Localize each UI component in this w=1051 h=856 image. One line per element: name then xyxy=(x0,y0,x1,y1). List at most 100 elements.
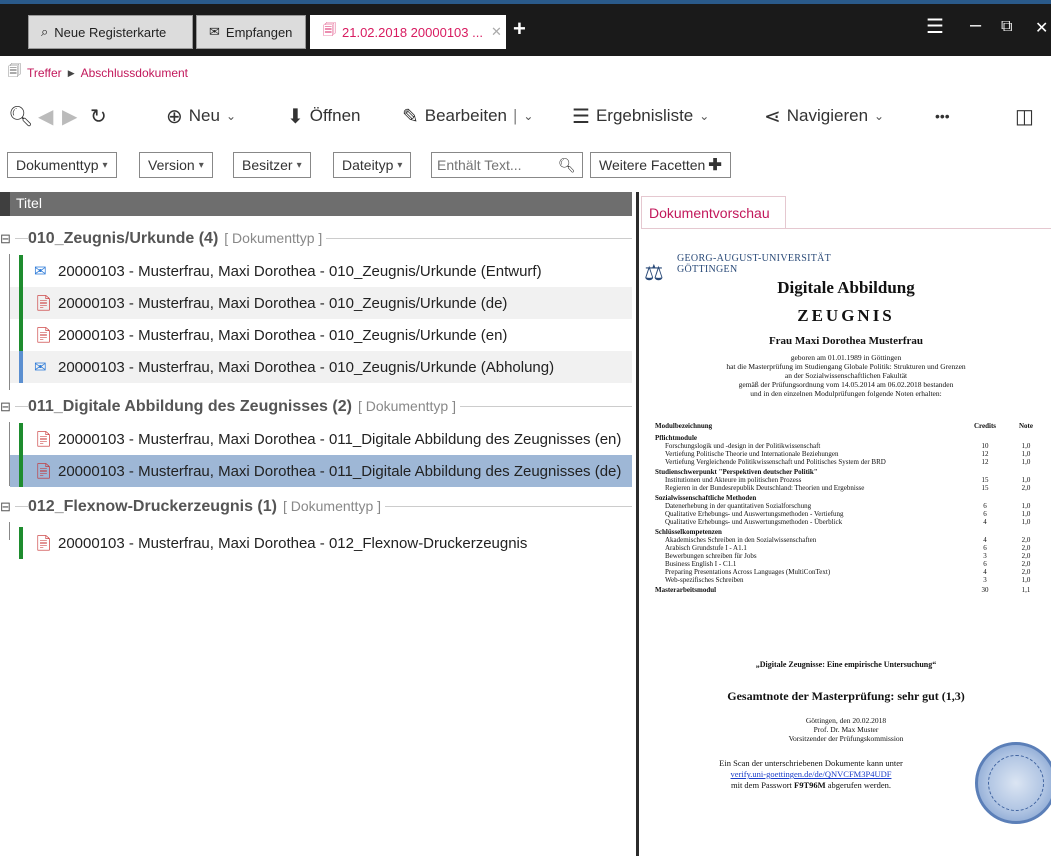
plus-icon: ✚ xyxy=(708,157,722,174)
neu-label: Neu xyxy=(188,106,220,125)
facet-dokumenttyp[interactable]: Dokumenttyp ▾ xyxy=(7,152,117,178)
status-bar xyxy=(19,423,23,455)
verification-line: mit dem Passwort xyxy=(730,780,792,790)
more-button[interactable]: ••• xyxy=(935,96,950,136)
tab-dokumentvorschau[interactable]: Dokumentvorschau xyxy=(641,196,786,228)
refresh-button[interactable]: ↻ xyxy=(90,96,107,136)
column-header-titel[interactable]: Titel xyxy=(0,192,632,216)
table-row: Masterarbeitsmodul 30 1,1 xyxy=(655,586,1041,594)
tab-document[interactable]: 🗐 21.02.2018 20000103 ... ✕ xyxy=(310,15,506,49)
table-row: Vertiefung Politische Theorie und Intern… xyxy=(655,450,1041,458)
list-item[interactable]: 📄︎ 20000103 - Musterfrau, Maxi Dorothea … xyxy=(10,319,632,351)
document-preview: ⚖ GEORG-AUGUST-UNIVERSITÄT GÖTTINGEN Dig… xyxy=(641,232,1051,856)
verification-link[interactable]: verify.uni-goettingen.de/de/QNVCFM3P4UDF xyxy=(731,769,892,779)
facet-version[interactable]: Version ▾ xyxy=(139,152,213,178)
document-title: Digitale Abbildung xyxy=(777,278,915,297)
row-credits: 12 xyxy=(981,458,989,466)
row-note: 1,0 xyxy=(1021,442,1031,450)
restore-icon[interactable]: ⧉ xyxy=(1001,18,1012,36)
chevron-right-icon: ▶ xyxy=(67,67,75,78)
row-module: Datenerhebung in der quantitativen Sozia… xyxy=(665,502,812,510)
facet-label: Besitzer xyxy=(242,157,293,173)
tab-neue-registerkarte[interactable]: ⌕ Neue Registerkarte xyxy=(28,15,193,49)
neu-button[interactable]: ⊕ Neu ⌄ xyxy=(166,96,236,136)
chevron-down-icon: ▾ xyxy=(296,159,302,171)
collapse-icon[interactable]: ⊟ xyxy=(0,499,15,515)
section-title: Schlüsselkompetenzen xyxy=(655,528,722,536)
search-button[interactable]: 🔍︎ xyxy=(8,96,33,136)
tab-empfangen[interactable]: ✉ Empfangen xyxy=(196,15,306,49)
group-title: 011_Digitale Abbildung des Zeugnisses (2… xyxy=(28,398,460,416)
splitter[interactable] xyxy=(636,192,639,856)
university-line-1: GEORG-AUGUST-UNIVERSITÄT xyxy=(677,253,832,264)
row-module: Web-spezifisches Schreiben xyxy=(665,576,744,584)
collapse-icon[interactable]: ⊟ xyxy=(0,399,15,415)
search-icon[interactable]: 🔍︎ xyxy=(558,157,576,174)
oeffnen-label: Öffnen xyxy=(309,106,361,125)
toolbar: 🔍︎ ◀ ▶ ↻ ⊕ Neu ⌄ ⬇ Öffnen ✎ Bearbeiten |… xyxy=(0,96,1051,136)
mail-icon: ✉ xyxy=(209,24,220,39)
navigieren-button[interactable]: ⋖ Navigieren ⌄ xyxy=(764,96,884,136)
list-item-selected[interactable]: 📄︎ 20000103 - Musterfrau, Maxi Dorothea … xyxy=(10,455,632,487)
share-icon: ⋖ xyxy=(764,105,781,128)
intro-line: hat die Masterprüfung im Studiengang Glo… xyxy=(726,362,966,371)
row-credits: 6 xyxy=(983,502,987,510)
back-icon: ◀ xyxy=(38,105,54,128)
facet-besitzer[interactable]: Besitzer ▾ xyxy=(233,152,311,178)
group-header[interactable]: ⊟ 010_Zeugnis/Urkunde (4) [ Dokumenttyp ] xyxy=(0,224,632,254)
list-item[interactable]: 📄︎ 20000103 - Musterfrau, Maxi Dorothea … xyxy=(10,287,632,319)
close-icon[interactable]: ✕ xyxy=(491,24,502,40)
table-row: Bewerbungen schreiben für Jobs 3 2,0 xyxy=(655,552,1041,560)
add-tab-icon[interactable]: + xyxy=(513,16,526,42)
list-item-label: 20000103 - Musterfrau, Maxi Dorothea - 0… xyxy=(58,262,542,280)
documents-icon: 🗐 xyxy=(323,22,336,37)
list-item[interactable]: ✉ 20000103 - Musterfrau, Maxi Dorothea -… xyxy=(10,351,632,383)
breadcrumb-abschlussdokument[interactable]: Abschlussdokument xyxy=(81,66,188,80)
group-type: [ Dokumenttyp ] xyxy=(357,398,456,414)
close-window-icon[interactable]: ✕ xyxy=(1035,18,1048,38)
group-header[interactable]: ⊟ 011_Digitale Abbildung des Zeugnisses … xyxy=(0,392,632,422)
intro-text: geboren am 01.01.1989 in Göttingen hat d… xyxy=(641,353,1051,398)
list-item[interactable]: 📄︎ 20000103 - Musterfrau, Maxi Dorothea … xyxy=(10,527,632,559)
breadcrumb-treffer[interactable]: Treffer xyxy=(27,66,62,80)
verification-line: abgerufen werden. xyxy=(827,780,892,790)
layout-button[interactable]: ◫ xyxy=(1015,96,1034,136)
search-input[interactable] xyxy=(432,157,558,173)
oeffnen-button[interactable]: ⬇ Öffnen xyxy=(287,96,361,136)
list-item[interactable]: ✉ 20000103 - Musterfrau, Maxi Dorothea -… xyxy=(10,255,632,287)
search-field[interactable]: 🔍︎ xyxy=(431,152,583,178)
pdf-icon: 📄︎ xyxy=(34,295,54,312)
ergebnisliste-button[interactable]: ☰ Ergebnisliste ⌄ xyxy=(572,96,709,136)
row-credits: 3 xyxy=(983,576,987,584)
chevron-down-icon: ⌄ xyxy=(874,109,885,123)
row-credits: 3 xyxy=(983,552,987,560)
facet-bar: Dokumenttyp ▾ Version ▾ Besitzer ▾ Dateityp… xyxy=(0,152,1051,178)
row-note: 1,0 xyxy=(1021,518,1031,526)
status-bar xyxy=(19,287,23,319)
group-header[interactable]: ⊟ 012_Flexnow-Druckerzeugnis (1) [ Dokume… xyxy=(0,492,632,522)
row-note: 1,0 xyxy=(1021,576,1031,584)
list-item[interactable]: 📄︎ 20000103 - Musterfrau, Maxi Dorothea … xyxy=(10,423,632,455)
facet-dateityp[interactable]: Dateityp ▾ xyxy=(333,152,412,178)
table-row: Datenerhebung in der quantitativen Sozia… xyxy=(655,502,1041,510)
menu-icon[interactable]: ☰ xyxy=(926,14,944,39)
pdf-icon: 📄︎ xyxy=(34,431,54,448)
minimize-icon[interactable]: – xyxy=(970,14,981,37)
bearbeiten-button[interactable]: ✎ Bearbeiten | ⌄ xyxy=(402,96,533,136)
forward-button[interactable]: ▶ xyxy=(62,96,77,136)
refresh-icon: ↻ xyxy=(90,105,107,128)
intro-line: geboren am 01.01.1989 in Göttingen xyxy=(790,353,902,362)
weitere-facetten-button[interactable]: Weitere Facetten ✚ xyxy=(590,152,731,178)
tab-label: Empfangen xyxy=(225,24,293,40)
back-button[interactable]: ◀ xyxy=(38,96,53,136)
row-module: Vertiefung Vergleichende Politikwissensc… xyxy=(665,458,886,466)
download-icon: ⬇ xyxy=(287,105,304,128)
group-type: [ Dokumenttyp ] xyxy=(282,498,382,514)
pdf-icon: 📄︎ xyxy=(34,535,54,552)
split-view-icon: ◫ xyxy=(1015,105,1034,128)
documents-icon: 🗐 xyxy=(8,63,21,78)
chevron-down-icon[interactable]: ⌄ xyxy=(523,109,533,123)
chevron-down-icon: ▾ xyxy=(397,159,403,171)
mail-icon: ✉ xyxy=(34,263,47,280)
collapse-icon[interactable]: ⊟ xyxy=(0,231,15,247)
